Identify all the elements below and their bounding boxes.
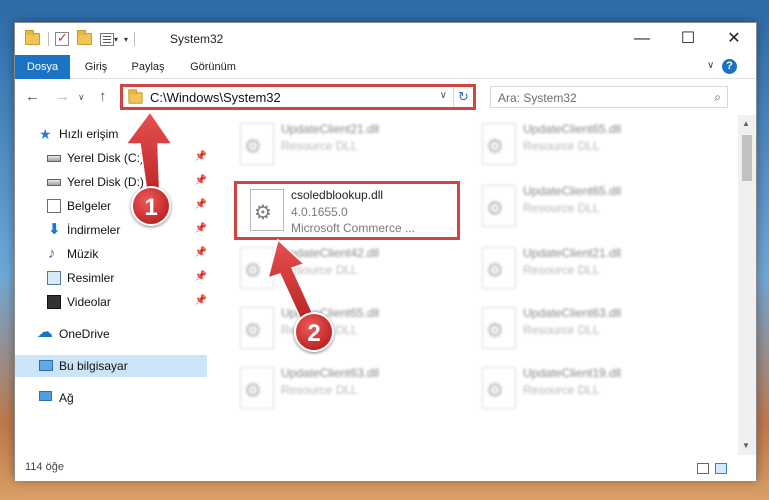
annotation-badge-2: 2	[294, 312, 334, 352]
annotation-arrows	[124, 110, 315, 324]
arrow-to-dll-file	[266, 238, 315, 324]
annotation-badge-1: 1	[131, 186, 171, 226]
